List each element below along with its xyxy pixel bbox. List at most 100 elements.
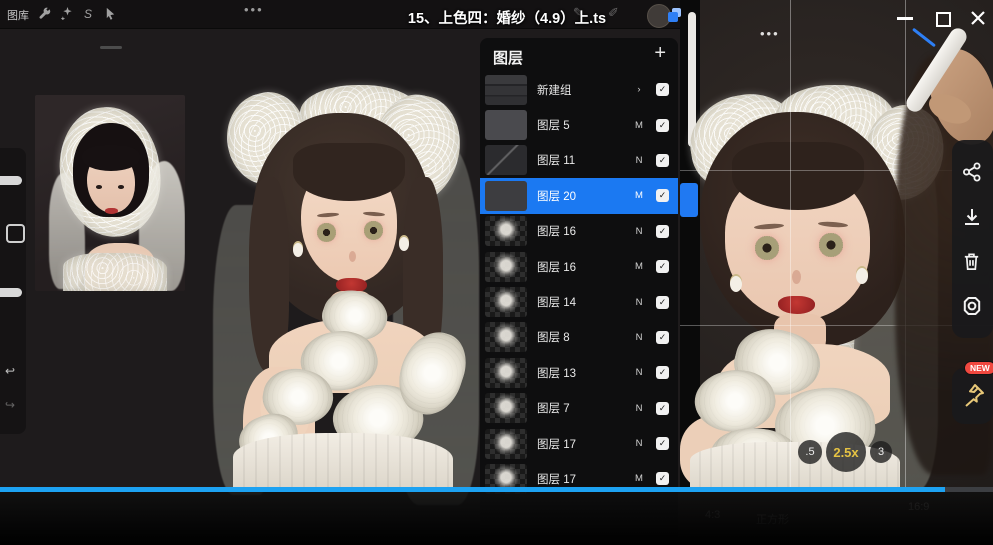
layer-thumbnail[interactable]	[485, 75, 527, 105]
layer-row[interactable]: 图层 17 N ✓	[480, 426, 678, 461]
pin-panel	[952, 368, 993, 424]
procreate-topbar: 图库 S ••• ✎ ✐	[0, 0, 680, 29]
layers-panel: 图层 + 新建组›✓图层 5M✓图层 11N✓图层 20M✓图层 16N✓图层 …	[480, 38, 678, 545]
reference-photo	[35, 95, 185, 291]
brush-size-slider[interactable]	[0, 176, 22, 185]
layer-blend-mode[interactable]: N	[632, 332, 646, 343]
layer-row[interactable]: 图层 8 N ✓	[480, 320, 678, 355]
layer-name: 图层 14	[537, 294, 622, 310]
layer-visibility-checkbox[interactable]: ✓	[656, 331, 669, 344]
speed-option-0.5[interactable]: .5	[798, 440, 822, 464]
layer-blend-mode[interactable]: ›	[632, 84, 646, 95]
layer-row[interactable]: 图层 14 N ✓	[480, 284, 678, 319]
layer-blend-mode[interactable]: N	[632, 438, 646, 449]
layer-visibility-checkbox[interactable]: ✓	[656, 296, 669, 309]
layer-visibility-checkbox[interactable]: ✓	[656, 154, 669, 167]
layer-name: 图层 8	[537, 329, 622, 345]
layer-thumbnail[interactable]	[485, 145, 527, 175]
layer-thumbnail[interactable]	[485, 252, 527, 282]
video-player-window: 图库 S ••• ✎ ✐ ↩ ↪	[0, 0, 993, 545]
layer-visibility-checkbox[interactable]: ✓	[656, 225, 669, 238]
gallery-button[interactable]: 图库	[7, 7, 29, 23]
layer-thumbnail[interactable]	[485, 429, 527, 459]
layer-row[interactable]: 新建组 › ✓	[480, 72, 678, 107]
layer-row-selected[interactable]: 图层 20 M ✓	[480, 178, 678, 213]
layer-thumbnail[interactable]	[485, 181, 527, 211]
layer-thumbnail[interactable]	[485, 322, 527, 352]
layer-blend-mode[interactable]: N	[632, 226, 646, 237]
layers-panel-title: 图层	[493, 47, 523, 68]
grid-line-vertical	[790, 0, 791, 490]
eraser-icon[interactable]: ✐	[608, 5, 619, 21]
minimize-button[interactable]	[897, 17, 913, 20]
layer-blend-mode[interactable]: M	[632, 120, 646, 131]
redo-button[interactable]: ↪	[5, 398, 15, 412]
modify-button[interactable]	[6, 224, 25, 243]
layer-name: 图层 7	[537, 400, 622, 416]
canvas-handle	[100, 46, 122, 49]
undo-button[interactable]: ↩	[5, 364, 15, 378]
layer-blend-mode[interactable]: M	[632, 473, 646, 484]
pin-icon[interactable]	[962, 382, 986, 408]
layer-name: 图层 16	[537, 259, 622, 275]
layer-name: 图层 17	[537, 471, 622, 487]
trash-icon[interactable]	[961, 251, 982, 272]
layer-row[interactable]: 图层 7 N ✓	[480, 391, 678, 426]
layer-name: 图层 16	[537, 223, 622, 239]
layer-visibility-checkbox[interactable]: ✓	[656, 83, 669, 96]
canvas-more-dots[interactable]: •••	[244, 2, 264, 17]
layer-thumbnail[interactable]	[485, 216, 527, 246]
add-layer-button[interactable]: +	[654, 42, 666, 65]
layer-name: 图层 5	[537, 117, 622, 133]
layer-thumbnail[interactable]	[485, 110, 527, 140]
download-icon[interactable]	[961, 206, 983, 228]
layer-visibility-checkbox[interactable]: ✓	[656, 437, 669, 450]
selection-icon[interactable]: S	[84, 7, 92, 21]
maximize-button[interactable]	[936, 12, 951, 27]
layer-thumbnail[interactable]	[485, 358, 527, 388]
layer-blend-mode[interactable]: N	[632, 403, 646, 414]
layer-visibility-checkbox[interactable]: ✓	[656, 366, 669, 379]
layer-name: 图层 20	[537, 188, 622, 204]
layer-name: 新建组	[537, 82, 622, 98]
layer-row[interactable]: 图层 5 M ✓	[480, 107, 678, 142]
record-icon[interactable]	[961, 295, 983, 317]
brush-icon[interactable]: ✎	[573, 5, 584, 21]
layers-list: 新建组›✓图层 5M✓图层 11N✓图层 20M✓图层 16N✓图层 16M✓图…	[480, 72, 678, 497]
speed-option-2.5x[interactable]: 2.5x	[826, 432, 866, 472]
layer-row[interactable]: 图层 11 N ✓	[480, 143, 678, 178]
layer-visibility-checkbox[interactable]: ✓	[656, 119, 669, 132]
pin-new-badge: NEW	[964, 361, 993, 375]
close-button[interactable]	[969, 9, 987, 27]
layer-blend-mode[interactable]: M	[632, 190, 646, 201]
copy-icon	[668, 8, 682, 22]
layer-blend-mode[interactable]: N	[632, 297, 646, 308]
layer-visibility-checkbox[interactable]: ✓	[656, 472, 669, 485]
actions-wrench-icon[interactable]	[38, 7, 51, 20]
brush-sidebar: ↩ ↪	[0, 148, 26, 434]
layer-thumbnail[interactable]	[485, 393, 527, 423]
layer-visibility-checkbox[interactable]: ✓	[656, 189, 669, 202]
layer-name: 图层 13	[537, 365, 622, 381]
layer-blend-mode[interactable]: N	[632, 155, 646, 166]
layer-visibility-checkbox[interactable]: ✓	[656, 260, 669, 273]
side-action-panel	[952, 140, 993, 338]
layer-thumbnail[interactable]	[485, 287, 527, 317]
player-control-bar: 02:14:52 / 02:23:42 标记 NEW 倍速 NEW 超清 字幕	[0, 492, 993, 545]
main-artwork	[205, 85, 475, 490]
layer-row[interactable]: 图层 13 N ✓	[480, 355, 678, 390]
layer-name: 图层 17	[537, 436, 622, 452]
opacity-slider[interactable]	[0, 288, 22, 297]
transform-arrow-icon[interactable]	[104, 7, 117, 20]
layer-row[interactable]: 图层 16 N ✓	[480, 214, 678, 249]
share-icon[interactable]	[961, 161, 983, 183]
layer-blend-mode[interactable]: N	[632, 367, 646, 378]
layer-visibility-checkbox[interactable]: ✓	[656, 402, 669, 415]
speed-option-3[interactable]: 3	[870, 441, 892, 463]
camera-more-dots: •••	[760, 26, 780, 41]
layer-name: 图层 11	[537, 152, 622, 168]
adjustments-wand-icon[interactable]	[61, 7, 74, 20]
camera-view: ••• 4:3 正方形 16:9 .5 2.5x 3	[680, 0, 993, 545]
layer-blend-mode[interactable]: M	[632, 261, 646, 272]
layer-row[interactable]: 图层 16 M ✓	[480, 249, 678, 284]
